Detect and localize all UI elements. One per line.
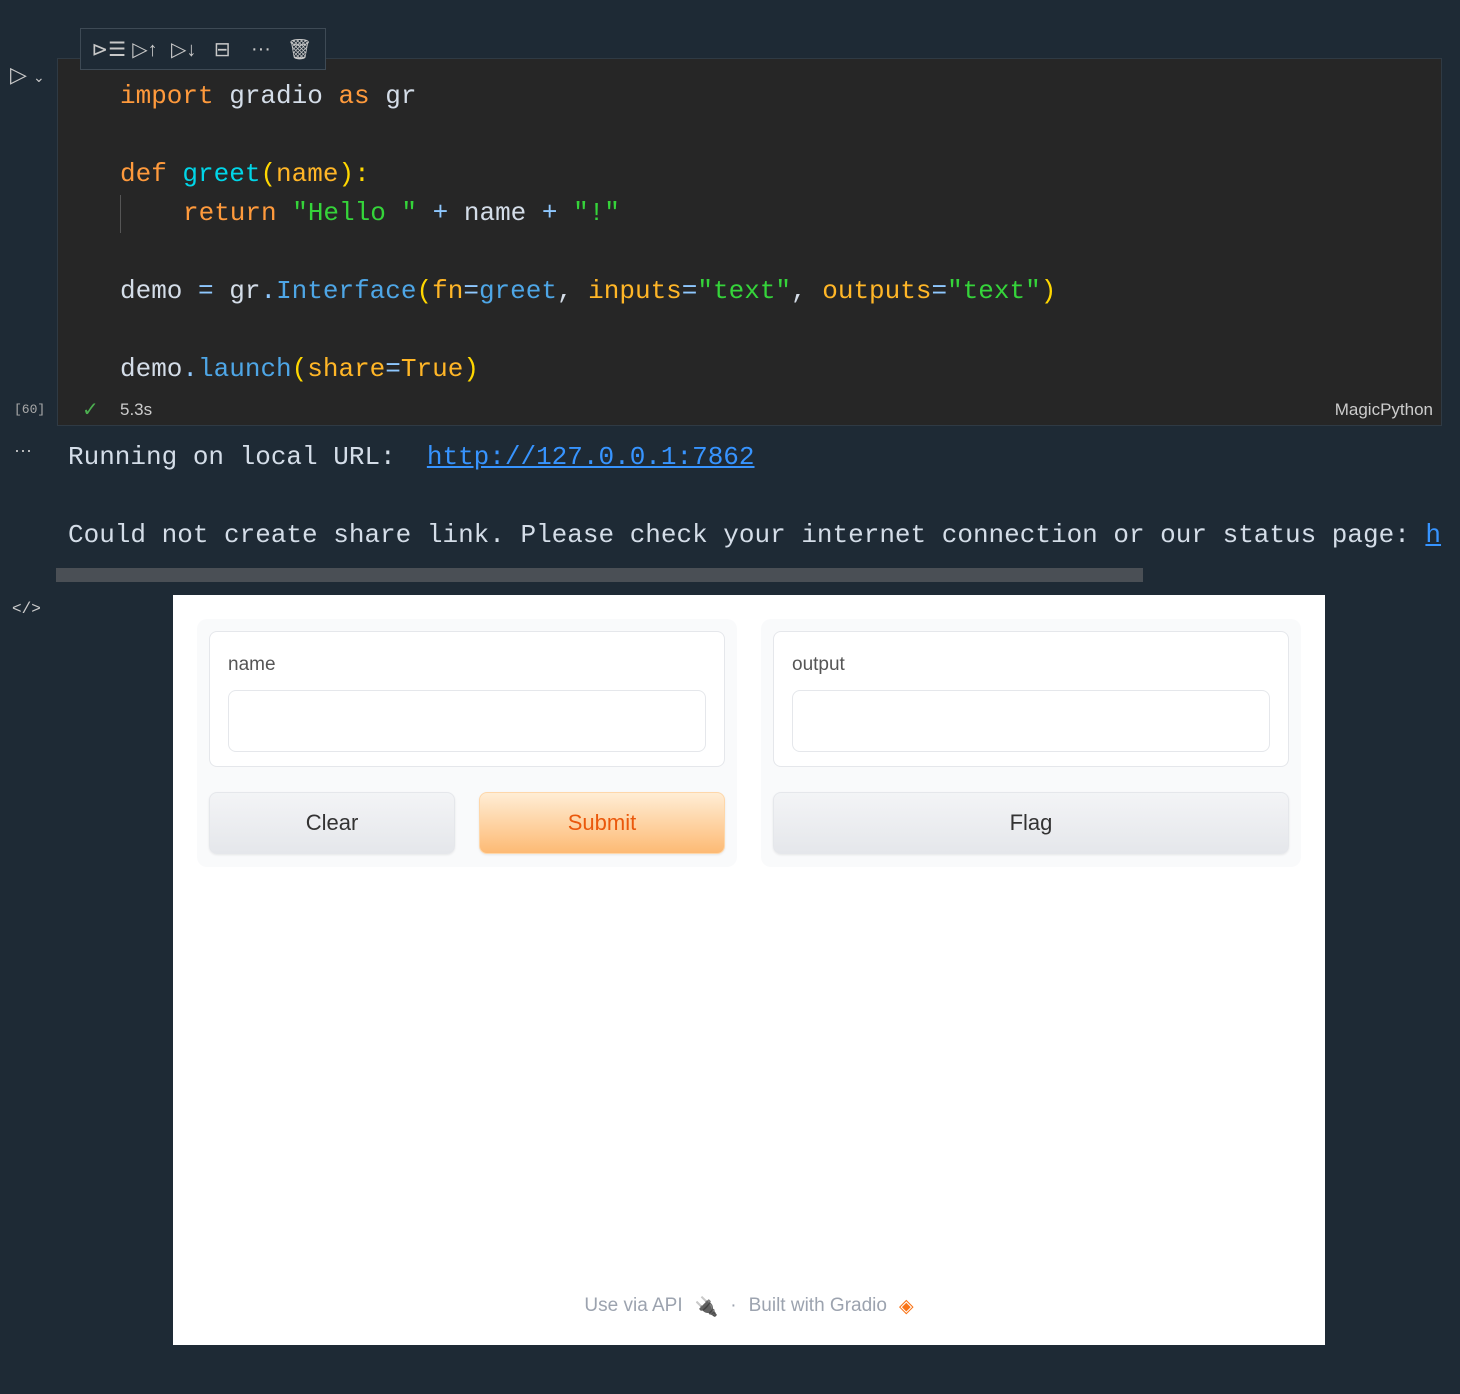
run-by-line-icon[interactable]: ⊳☰: [91, 37, 126, 62]
input-panel: name Clear Submit: [197, 619, 737, 867]
code-line: demo = gr.Interface(fn=greet, inputs="te…: [120, 276, 1057, 306]
code-output-icon[interactable]: </>: [12, 600, 41, 618]
horizontal-scrollbar[interactable]: [56, 568, 1143, 582]
flag-button[interactable]: Flag: [773, 792, 1289, 854]
output-more-icon[interactable]: ···: [14, 440, 32, 461]
code-line: import gradio as gr: [120, 81, 417, 111]
language-selector[interactable]: MagicPython: [1335, 400, 1433, 420]
execution-count: [60]: [14, 402, 46, 417]
execution-duration: 5.3s: [120, 400, 153, 419]
split-cell-icon[interactable]: ⊟: [207, 37, 237, 62]
submit-button[interactable]: Submit: [479, 792, 725, 854]
footer-separator: ·: [730, 1295, 737, 1316]
cell-toolbar: ⊳☰ ▷↑ ▷↓ ⊟ ··· 🗑: [80, 28, 326, 70]
built-with-gradio-link[interactable]: Built with Gradio: [749, 1295, 887, 1319]
clear-button[interactable]: Clear: [209, 792, 455, 854]
execute-above-icon[interactable]: ▷↑: [130, 37, 160, 62]
use-via-api-link[interactable]: Use via API: [584, 1295, 682, 1319]
output-line: Running on local URL: http://127.0.0.1:7…: [68, 442, 755, 472]
footer: Use via API 🔌 · Built with Gradio ◈: [173, 1295, 1325, 1319]
gradio-logo-icon: ◈: [898, 1296, 914, 1317]
gradio-app: name Clear Submit output Flag Use via AP…: [173, 595, 1325, 1345]
code-line: demo.launch(share=True): [120, 354, 479, 384]
chevron-down-icon[interactable]: ⌄: [33, 69, 45, 85]
output-textbox: [792, 690, 1270, 752]
run-cell-button[interactable]: ▷ ⌄: [10, 62, 45, 88]
execute-below-icon[interactable]: ▷↓: [169, 37, 199, 62]
status-page-link[interactable]: h: [1425, 520, 1441, 550]
code-line: def greet(name):: [120, 159, 370, 189]
output-line: Could not create share link. Please chec…: [68, 520, 1442, 550]
name-input[interactable]: [228, 690, 706, 752]
code-line: return "Hello " + name + "!": [183, 198, 620, 228]
input-label: name: [228, 654, 276, 675]
more-icon[interactable]: ···: [246, 38, 276, 61]
success-check-icon: ✓: [82, 399, 99, 421]
delete-icon[interactable]: 🗑: [285, 37, 315, 62]
output-panel: output Flag: [761, 619, 1301, 867]
local-url-link[interactable]: http://127.0.0.1:7862: [427, 442, 755, 472]
code-cell[interactable]: import gradio as gr def greet(name): ret…: [57, 58, 1442, 426]
output-label: output: [792, 654, 845, 675]
plug-icon: 🔌: [694, 1297, 719, 1318]
